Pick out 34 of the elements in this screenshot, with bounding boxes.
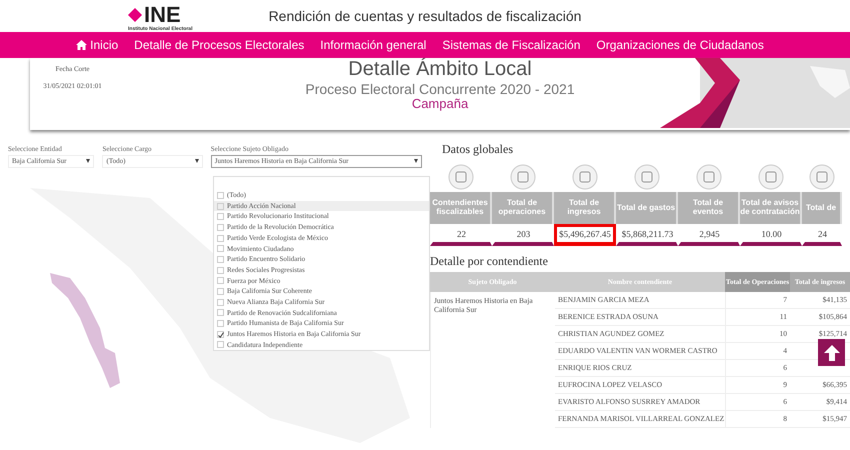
- stat-value: $5,496,267.45: [554, 224, 616, 246]
- column-heading: Total de: [802, 192, 842, 224]
- logo-icon: [128, 8, 142, 22]
- section-title: Datos globales: [442, 142, 513, 156]
- home-link[interactable]: Inicio: [76, 36, 118, 54]
- site-title: Rendición de cuentas y resultados de fiscalización: [268, 7, 582, 26]
- nav-link[interactable]: Organizaciones de Ciudadanos: [596, 36, 764, 54]
- column-heading: Contendientes fiscalizables: [430, 192, 492, 224]
- stat-value: 10.00: [740, 224, 802, 246]
- stage-label: Campaña: [412, 96, 468, 112]
- home-icon: [76, 40, 88, 50]
- column-heading: Total de eventos: [678, 192, 740, 224]
- page-title: Detalle Ámbito Local: [348, 58, 532, 80]
- column-heading: Total de gastos: [616, 192, 678, 224]
- stat-value: 203: [492, 224, 554, 246]
- section-title: Detalle por contendiente: [430, 254, 548, 268]
- column-heading: Total de avisos de contratación: [740, 192, 802, 224]
- caret-icon: [414, 159, 418, 163]
- nav-link[interactable]: Información general: [320, 36, 426, 54]
- scroll-top-button[interactable]: [818, 339, 845, 366]
- nav-link[interactable]: Sistemas de Fiscalización: [442, 36, 580, 54]
- caret-icon: [86, 159, 90, 163]
- check-icon: [218, 332, 224, 338]
- nav-link[interactable]: Detalle de Procesos Electorales: [134, 36, 304, 54]
- stat-value: 22: [430, 224, 492, 246]
- arrow-up-icon: [822, 344, 840, 362]
- logo-text: INE: [144, 4, 181, 26]
- process-subtitle: Proceso Electoral Concurrente 2020 - 2021: [305, 81, 575, 97]
- column-heading: Total de ingresos: [554, 192, 616, 224]
- stat-value: 24: [802, 224, 842, 246]
- caret-icon: [194, 159, 199, 163]
- stat-value: 2,945: [678, 224, 740, 246]
- stat-value: $5,868,211.73: [616, 224, 678, 246]
- column-heading: Total de operaciones: [492, 192, 554, 224]
